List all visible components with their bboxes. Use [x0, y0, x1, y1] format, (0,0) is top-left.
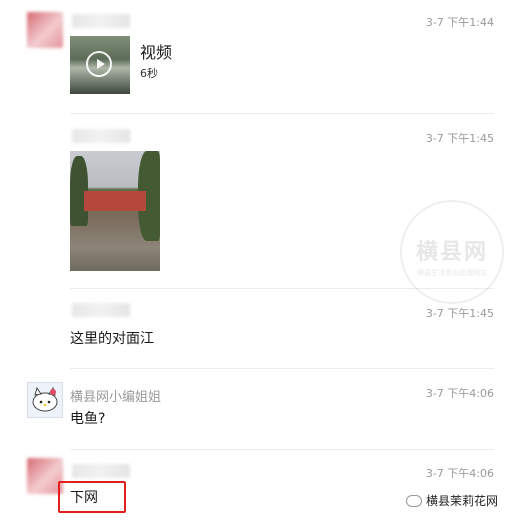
avatar[interactable] [27, 382, 63, 418]
message-time: 3-7 下午4:06 [425, 387, 494, 400]
message-text: 这里的对面江 [70, 331, 154, 347]
watermark-subtitle: 横县生活资讯品牌网站 [417, 269, 487, 277]
sender-name-blurred [72, 129, 130, 143]
video-thumbnail[interactable] [70, 36, 130, 94]
video-title: 视频 [140, 43, 173, 62]
sender-name-blurred [72, 303, 130, 317]
message-time: 3-7 下午1:45 [425, 132, 494, 145]
sender-name-blurred [72, 464, 130, 478]
watermark-stamp: 横县网 横县生活资讯品牌网站 [400, 200, 504, 304]
divider [70, 449, 494, 450]
wechat-icon [405, 494, 422, 507]
message-time: 3-7 下午1:45 [425, 307, 494, 320]
avatar[interactable] [27, 12, 63, 48]
video-duration: 6秒 [140, 67, 158, 80]
play-icon[interactable] [86, 51, 112, 77]
sender-name[interactable]: 横县网小编姐姐 [70, 386, 161, 405]
divider [70, 368, 494, 369]
brand-label: 横县茉莉花网 [405, 492, 498, 509]
hello-kitty-icon [32, 386, 58, 412]
sender-name-blurred [72, 14, 130, 28]
message-text: 电鱼? [70, 411, 106, 427]
brand-name: 横县茉莉花网 [425, 494, 498, 508]
photo-attachment[interactable] [70, 151, 160, 271]
divider [70, 113, 494, 114]
message-time: 3-7 下午4:06 [425, 467, 494, 480]
red-gate-shape [84, 191, 146, 211]
highlight-box [58, 481, 126, 513]
message-time: 3-7 下午1:44 [425, 16, 494, 29]
watermark-title: 横县网 [415, 240, 488, 265]
